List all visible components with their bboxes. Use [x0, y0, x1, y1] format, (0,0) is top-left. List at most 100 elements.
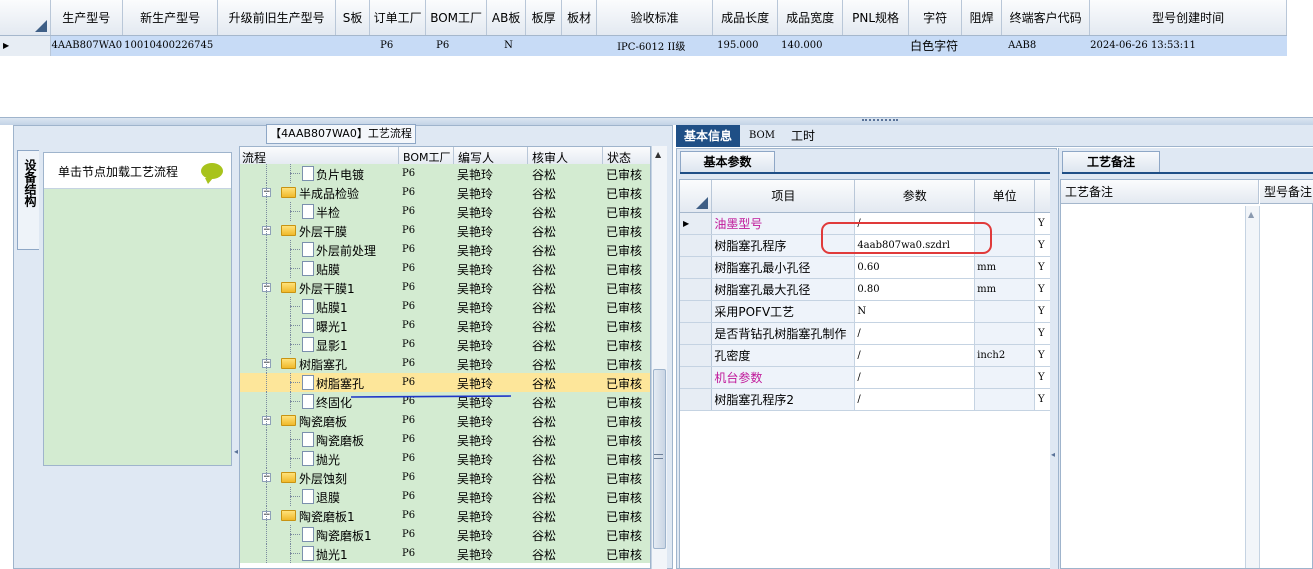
col-header[interactable]: 板厚 [525, 0, 563, 36]
tree-row[interactable]: − 外层蚀刻 P6 吴艳玲 谷松 已审核 [240, 468, 650, 487]
tree-col-header[interactable]: 核审人 [527, 147, 599, 165]
scroll-up-icon[interactable]: ▲ [655, 150, 661, 159]
table-row[interactable]: 是否背钻孔树脂塞孔制作 / Y [680, 322, 1051, 345]
tree-col-header[interactable]: BOM工厂 [398, 147, 451, 165]
tree-row[interactable]: 显影1 P6 吴艳玲 谷松 已审核 [240, 335, 650, 354]
row-indicator-icon[interactable] [680, 256, 713, 279]
table-cell[interactable]: 4AAB807WA0 [50, 35, 124, 56]
param-unit[interactable] [974, 388, 1035, 411]
col-header[interactable]: S板 [335, 0, 371, 36]
row-indicator-icon[interactable] [680, 388, 713, 411]
row-indicator-icon[interactable] [680, 278, 713, 301]
table-row[interactable]: 采用POFV工艺 N Y [680, 300, 1051, 323]
tab-bom[interactable]: BOM [742, 125, 782, 147]
col-header[interactable]: 板材 [561, 0, 598, 36]
table-cell[interactable]: AAB8 [1001, 35, 1091, 56]
table-cell[interactable] [217, 35, 337, 56]
col-header[interactable]: 生产型号 [50, 0, 124, 36]
table-row[interactable]: 孔密度 / inch2 Y [680, 344, 1051, 367]
vertical-tab-equipment[interactable]: 设备结构 [17, 150, 39, 250]
header-corner[interactable] [680, 180, 713, 213]
collapse-arrow-icon[interactable]: ◂ [234, 447, 238, 461]
tree-row[interactable]: − 外层干膜 P6 吴艳玲 谷松 已审核 [240, 221, 650, 240]
table-cell[interactable]: P6 [425, 35, 488, 56]
col-header[interactable]: 字符 [908, 0, 963, 36]
col-header[interactable]: 工艺备注 [1061, 180, 1259, 204]
table-row[interactable]: 树脂塞孔最大孔径 0.80 mm Y [680, 278, 1051, 301]
col-header[interactable]: 型号创建时间 [1089, 0, 1288, 36]
col-header[interactable]: 升级前旧生产型号 [217, 0, 337, 36]
param-flag[interactable]: Y [1034, 256, 1051, 279]
param-value[interactable]: / [854, 322, 976, 345]
col-header[interactable]: 终端客户代码 [1001, 0, 1091, 36]
param-flag[interactable]: Y [1034, 234, 1051, 257]
header-corner[interactable] [0, 0, 51, 36]
param-item[interactable]: 树脂塞孔程序2 [711, 388, 856, 411]
tree-col-header[interactable]: 编写人 [453, 147, 525, 165]
table-cell[interactable] [842, 35, 910, 56]
tree-row[interactable]: − 半成品检验 P6 吴艳玲 谷松 已审核 [240, 183, 650, 202]
notes-scrollbar[interactable]: ▲ [1245, 206, 1259, 568]
param-unit[interactable]: mm [974, 278, 1035, 301]
col-header[interactable]: BOM工厂 [425, 0, 488, 36]
tree-scrollbar[interactable]: ▲ [651, 146, 667, 569]
chat-bubble-icon[interactable] [201, 163, 223, 184]
param-item[interactable]: 树脂塞孔最小孔径 [711, 256, 856, 279]
table-cell[interactable]: N [486, 35, 527, 56]
tree-row[interactable]: − 陶瓷磨板1 P6 吴艳玲 谷松 已审核 [240, 506, 650, 525]
col-header[interactable]: 阻焊 [961, 0, 1003, 36]
col-header[interactable]: 验收标准 [596, 0, 714, 36]
col-header[interactable]: 项目 [711, 180, 856, 213]
tab-work-hours[interactable]: 工时 [782, 125, 824, 147]
tree-row[interactable]: 抛光 P6 吴艳玲 谷松 已审核 [240, 449, 650, 468]
collapse-arrow-icon[interactable]: ◂ [1051, 450, 1055, 459]
param-flag[interactable]: Y [1034, 322, 1051, 345]
horizontal-splitter[interactable] [0, 118, 1313, 125]
table-cell[interactable]: 2024-06-26 13:53:11 [1089, 35, 1288, 56]
row-indicator-icon[interactable]: ▶ [0, 35, 51, 56]
col-header[interactable]: 新生产型号 [122, 0, 219, 36]
node-panel-header[interactable]: 单击节点加载工艺流程 [44, 153, 231, 189]
tree-row[interactable]: − 陶瓷磨板 P6 吴艳玲 谷松 已审核 [240, 411, 650, 430]
param-item[interactable]: 树脂塞孔最大孔径 [711, 278, 856, 301]
table-row[interactable]: 树脂塞孔最小孔径 0.60 mm Y [680, 256, 1051, 279]
tree-row[interactable]: 抛光1 P6 吴艳玲 谷松 已审核 [240, 544, 650, 563]
tree-col-header[interactable]: 状态 [602, 147, 650, 165]
table-cell[interactable] [525, 35, 563, 56]
param-unit[interactable]: inch2 [974, 344, 1035, 367]
col-header[interactable]: 参数 [854, 180, 976, 213]
table-cell[interactable]: 140.000 [777, 35, 844, 56]
row-indicator-icon[interactable]: ▶ [680, 212, 713, 235]
table-row[interactable]: 树脂塞孔程序2/ Y [680, 388, 1051, 411]
param-value[interactable]: N [854, 300, 976, 323]
row-indicator-icon[interactable] [680, 366, 713, 389]
param-value[interactable]: 0.60 [854, 256, 976, 279]
param-flag[interactable]: Y [1034, 366, 1051, 389]
tree-row[interactable]: 外层前处理 P6 吴艳玲 谷松 已审核 [240, 240, 650, 259]
tree-row[interactable]: − 外层干膜1 P6 吴艳玲 谷松 已审核 [240, 278, 650, 297]
param-unit[interactable] [974, 300, 1035, 323]
tree-row[interactable]: 半检 P6 吴艳玲 谷松 已审核 [240, 202, 650, 221]
row-indicator-icon[interactable] [680, 344, 713, 367]
col-header[interactable]: 成品宽度 [777, 0, 844, 36]
param-value[interactable]: 0.80 [854, 278, 976, 301]
param-item[interactable]: 机台参数 [711, 366, 856, 389]
param-item[interactable]: 是否背钻孔树脂塞孔制作 [711, 322, 856, 345]
param-flag[interactable]: Y [1034, 278, 1051, 301]
scroll-up-icon[interactable]: ▲ [1248, 210, 1254, 219]
col-header[interactable]: 型号备注 [1260, 180, 1313, 204]
param-value[interactable]: / [854, 388, 976, 411]
col-header[interactable]: AB板 [486, 0, 527, 36]
param-unit[interactable]: mm [974, 256, 1035, 279]
tree-row[interactable]: 负片电镀 P6 吴艳玲 谷松 已审核 [240, 164, 650, 183]
param-item[interactable]: 采用POFV工艺 [711, 300, 856, 323]
scroll-thumb[interactable] [653, 369, 666, 549]
tree-row[interactable]: 树脂塞孔 P6 吴艳玲 谷松 已审核 [240, 373, 650, 392]
row-indicator-icon[interactable] [680, 322, 713, 345]
col-header[interactable]: 成品长度 [712, 0, 779, 36]
table-cell[interactable]: 白色字符 [908, 35, 963, 56]
tree-row[interactable]: 贴膜1 P6 吴艳玲 谷松 已审核 [240, 297, 650, 316]
param-unit[interactable] [974, 322, 1035, 345]
table-cell[interactable]: 195.000 [712, 35, 779, 56]
table-cell[interactable] [961, 35, 1003, 56]
